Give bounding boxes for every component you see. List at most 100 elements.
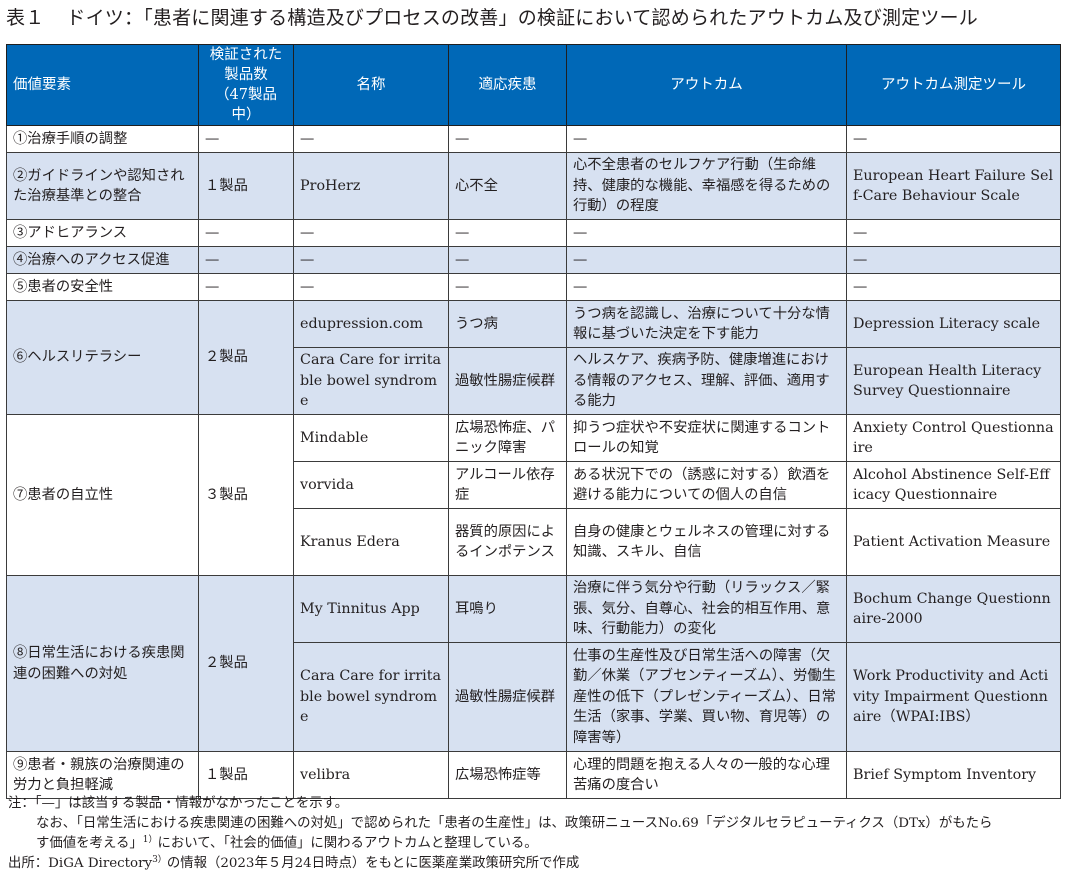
table-row: ⑨患者・親族の治療関連の労力と負担軽減 １製品 velibra 広場恐怖症等 心… xyxy=(6,751,1061,799)
value-element-cell: ②ガイドラインや認知された治療基準との整合 xyxy=(6,152,199,220)
table-row: ⑧日常生活における疾患関連の困難への対処 ２製品 My Tinnitus App… xyxy=(6,575,1061,752)
header-indication: 適応疾患 xyxy=(448,44,567,126)
tool-cell: Patient Activation Measure xyxy=(846,508,1061,576)
value-element-cell: ⑦患者の自立性 xyxy=(6,414,199,576)
table-number: 表１ xyxy=(6,7,45,29)
value-element-cell: ③アドヒアランス xyxy=(6,219,199,247)
product-name-cell: vorvida xyxy=(293,461,449,509)
header-row: 価値要素 検証された 製品数 （47製品中） 名称 適応疾患 アウトカム アウト… xyxy=(6,44,1061,126)
header-product-count: 検証された 製品数 （47製品中） xyxy=(198,44,294,126)
product-name-cell: — xyxy=(293,219,449,247)
header-count-line2: 製品数 xyxy=(224,67,268,83)
product-name-cell: Kranus Edera xyxy=(293,508,449,576)
outcome-cell: 心理的問題を抱える人々の一般的な心理苦痛の度合い xyxy=(566,751,847,799)
tool-cell: European Health Literacy Survey Question… xyxy=(846,347,1061,415)
indication-cell: — xyxy=(448,219,567,247)
table-row: ⑦患者の自立性 ３製品 Mindable 広場恐怖症、パニック障害 抑うつ症状や… xyxy=(6,414,1061,576)
header-count-line1: 検証された xyxy=(209,47,283,63)
tool-cell: — xyxy=(846,125,1061,153)
product-count-cell: ３製品 xyxy=(198,414,294,576)
indication-cell: 広場恐怖症、パニック障害 xyxy=(448,414,567,462)
value-element-cell: ⑥ヘルスリテラシー xyxy=(6,300,199,415)
table-row: ④治療へのアクセス促進 — — — — — xyxy=(6,246,1061,274)
note-line: 注：「—」は該当する製品・情報がなかったことを示す。 xyxy=(8,796,349,811)
outcome-cell: うつ病を認識し、治療について十分な情報に基づいた決定を下す能力 xyxy=(566,300,847,348)
outcome-cell: ある状況下での（誘惑に対する）飲酒を避ける能力についての個人の自信 xyxy=(566,461,847,509)
tool-cell: Bochum Change Questionnaire-2000 xyxy=(846,575,1061,643)
indication-cell: — xyxy=(448,273,567,301)
product-count-cell: １製品 xyxy=(198,152,294,220)
note-text: す価値を考える」 xyxy=(36,836,143,851)
product-name-cell: — xyxy=(293,246,449,274)
header-value-element: 価値要素 xyxy=(6,44,199,126)
table-row: ③アドヒアランス — — — — — xyxy=(6,219,1061,247)
outcome-cell: — xyxy=(566,246,847,274)
note-line: なお、「日常生活における疾患関連の困難への対処」で認められた「患者の生産性」は、… xyxy=(36,816,993,831)
tool-cell: — xyxy=(846,219,1061,247)
header-name: 名称 xyxy=(293,44,449,126)
table-row: ⑤患者の安全性 — — — — — xyxy=(6,273,1061,301)
table-title: 表１ ドイツ：「患者に関連する構造及びプロセスの改善」の検証において認められたアウ… xyxy=(6,4,1074,32)
indication-cell: アルコール依存症 xyxy=(448,461,567,509)
indication-cell: 広場恐怖症等 xyxy=(448,751,567,799)
product-name-cell: ProHerz xyxy=(293,152,449,220)
tool-cell: Anxiety Control Questionnaire xyxy=(846,414,1061,462)
outcome-cell: — xyxy=(566,273,847,301)
outcomes-table: 価値要素 検証された 製品数 （47製品中） 名称 適応疾患 アウトカム アウト… xyxy=(6,44,1061,799)
table-title-text: ドイツ：「患者に関連する構造及びプロセスの改善」の検証において認められたアウトカ… xyxy=(66,7,978,29)
outcome-cell: 仕事の生産性及び日常生活への障害（欠勤／休業（アブセンティーズム）、労働生産性の… xyxy=(566,642,847,752)
product-count-cell: ２製品 xyxy=(198,300,294,415)
product-count-cell: — xyxy=(198,246,294,274)
outcome-cell: 心不全患者のセルフケア行動（生命維持、健康的な機能、幸福感を得るための行動）の程… xyxy=(566,152,847,220)
product-count-cell: — xyxy=(198,219,294,247)
tool-cell: European Heart Failure Self-Care Behavio… xyxy=(846,152,1061,220)
tool-cell: Work Productivity and Activity Impairmen… xyxy=(846,642,1061,752)
value-element-cell: ⑧日常生活における疾患関連の困難への対処 xyxy=(6,575,199,752)
table-row: ②ガイドラインや認知された治療基準との整合 １製品 ProHerz 心不全 心不… xyxy=(6,152,1061,220)
indication-cell: 過敏性腸症候群 xyxy=(448,347,567,415)
header-measurement-tool: アウトカム測定ツール xyxy=(846,44,1061,126)
product-count-cell: — xyxy=(198,125,294,153)
product-name-cell: Cara Care for irritable bowel syndrome xyxy=(293,642,449,752)
product-count-cell: ２製品 xyxy=(198,575,294,752)
table-row: ①治療手順の調整 — — — — — xyxy=(6,125,1061,153)
product-name-cell: Mindable xyxy=(293,414,449,462)
reference-superscript: 1） xyxy=(142,835,158,845)
product-name-cell: My Tinnitus App xyxy=(293,575,449,643)
value-element-cell: ⑨患者・親族の治療関連の労力と負担軽減 xyxy=(6,751,199,799)
tool-cell: — xyxy=(846,246,1061,274)
tool-cell: Alcohol Abstinence Self-Efficacy Questio… xyxy=(846,461,1061,509)
table-notes: 注：「—」は該当する製品・情報がなかったことを示す。 なお、「日常生活における疾… xyxy=(8,794,1068,874)
header-outcome: アウトカム xyxy=(566,44,847,126)
value-element-cell: ④治療へのアクセス促進 xyxy=(6,246,199,274)
tool-cell: Brief Symptom Inventory xyxy=(846,751,1061,799)
outcome-cell: 自身の健康とウェルネスの管理に対する知識、スキル、自信 xyxy=(566,508,847,576)
product-name-cell: — xyxy=(293,125,449,153)
source-text: 出所：DiGA Directory xyxy=(8,856,153,871)
outcome-cell: 治療に伴う気分や行動（リラックス／緊張、気分、自尊心、社会的相互作用、意味、行動… xyxy=(566,575,847,643)
header-count-line3: （47製品中） xyxy=(215,87,277,123)
product-name-cell: Cara Care for irritable bowel syndrome xyxy=(293,347,449,415)
product-count-cell: １製品 xyxy=(198,751,294,799)
value-element-text: ②ガイドラインや認知された治療基準との整合 xyxy=(13,167,185,205)
table-row: ⑥ヘルスリテラシー ２製品 edupression.com うつ病 うつ病を認識… xyxy=(6,300,1061,415)
outcome-cell: ヘルスケア、疾病予防、健康増進における情報のアクセス、理解、評価、適用する能力 xyxy=(566,347,847,415)
indication-cell: 器質的原因によるインポテンス xyxy=(448,508,567,576)
note-line: す価値を考える」1）において、「社会的価値」に関わるアウトカムと整理している。 xyxy=(8,834,1068,854)
indication-cell: — xyxy=(448,125,567,153)
tool-cell: Depression Literacy scale xyxy=(846,300,1061,348)
indication-cell: うつ病 xyxy=(448,300,567,348)
source-line: 出所：DiGA Directory3）の情報（2023年５月24日時点）をもとに… xyxy=(8,854,1068,874)
outcome-cell: — xyxy=(566,125,847,153)
reference-superscript: 3） xyxy=(152,855,167,865)
source-text: の情報（2023年５月24日時点）をもとに医薬産業政策研究所で作成 xyxy=(166,856,580,871)
indication-cell: 過敏性腸症候群 xyxy=(448,642,567,752)
product-name-cell: — xyxy=(293,273,449,301)
indication-cell: — xyxy=(448,246,567,274)
indication-cell: 心不全 xyxy=(448,152,567,220)
product-name-cell: edupression.com xyxy=(293,300,449,348)
outcome-cell: — xyxy=(566,219,847,247)
value-element-cell: ⑤患者の安全性 xyxy=(6,273,199,301)
indication-cell: 耳鳴り xyxy=(448,575,567,643)
note-text: において、「社会的価値」に関わるアウトカムと整理している。 xyxy=(157,836,538,851)
